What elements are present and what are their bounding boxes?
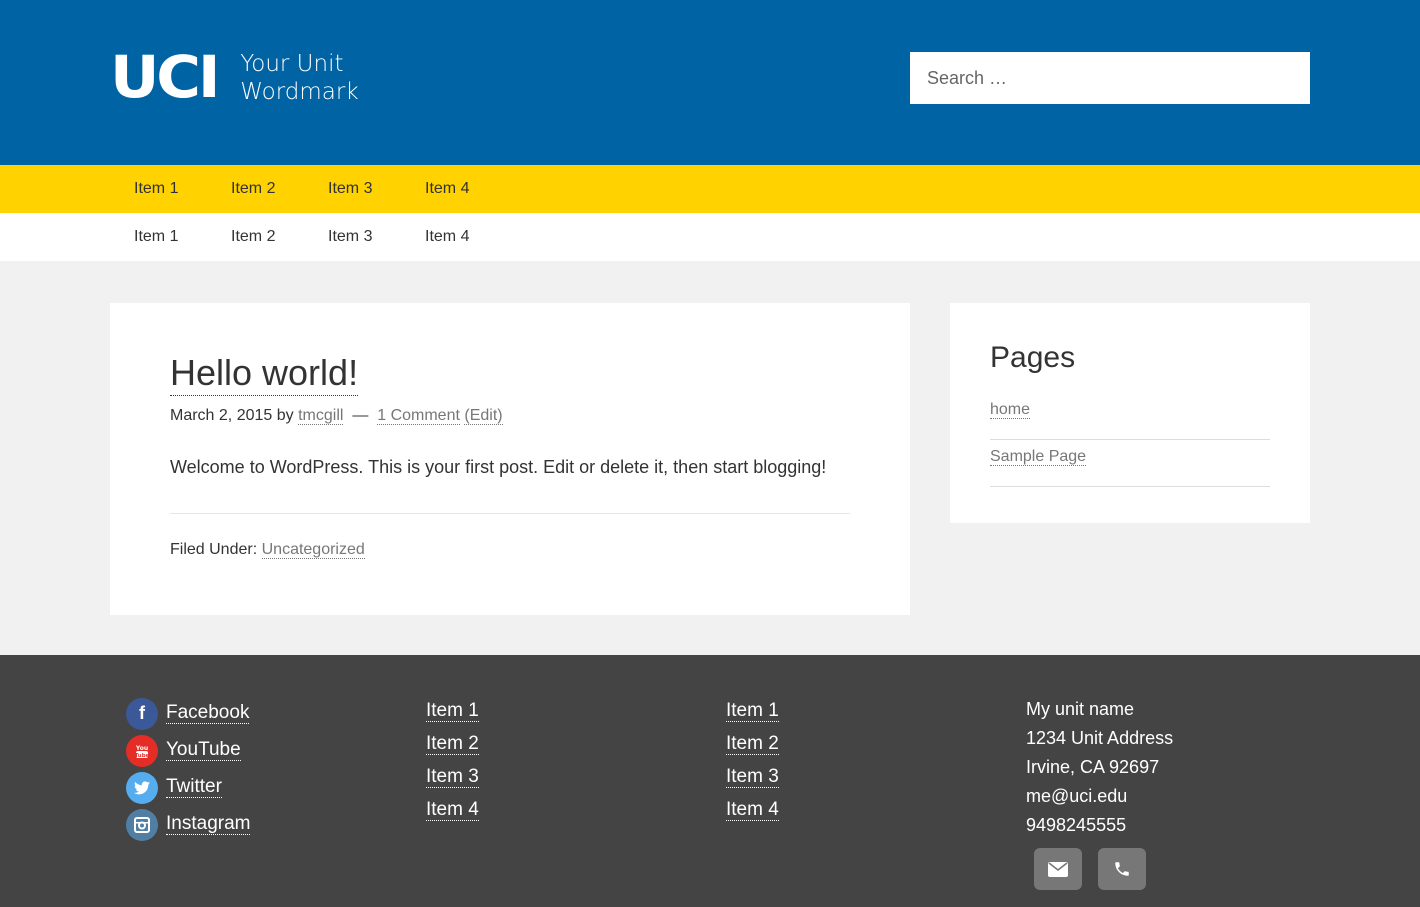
youtube-icon: You Tube [126, 734, 158, 767]
search-input[interactable] [910, 52, 1310, 104]
footer-menu-item: Item 2 [426, 728, 479, 761]
page-link-sample-page[interactable]: Sample Page [990, 448, 1087, 466]
primary-nav: Item 1 Item 2 Item 3 Item 4 [0, 165, 1420, 213]
secondary-nav-item-3[interactable]: Item 3 [304, 213, 401, 261]
widget-title: Pages [990, 341, 1076, 374]
social-label: Twitter [166, 776, 222, 798]
primary-nav-item-2[interactable]: Item 2 [207, 165, 304, 213]
secondary-nav-item-4[interactable]: Item 4 [401, 213, 498, 261]
unit-address: 1234 Unit Address [1026, 728, 1174, 748]
social-instagram[interactable]: Instagram [126, 806, 251, 843]
contact-info: My unit name 1234 Unit Address Irvine, C… [1026, 695, 1173, 840]
page-link-home[interactable]: home [990, 401, 1031, 419]
post-date: March 2, 2015 [170, 407, 273, 424]
footer-link[interactable]: Item 1 [726, 701, 779, 722]
footer-menu-item: Item 4 [426, 794, 479, 827]
wordmark-line-1: Your Unit [240, 51, 344, 77]
instagram-icon [126, 808, 158, 841]
footer-menu-2: Item 1 Item 2 Item 3 Item 4 [726, 695, 779, 827]
unit-wordmark: Your Unit Wordmark [240, 50, 358, 106]
edit-link[interactable]: (Edit) [464, 407, 503, 425]
footer-menu-item: Item 3 [726, 761, 779, 794]
page-link-item: home [990, 393, 1270, 440]
post-author-link[interactable]: tmcgill [298, 407, 344, 425]
phone-icon [1115, 862, 1129, 876]
footer-link[interactable]: Item 4 [726, 800, 779, 821]
footer-menu-1: Item 1 Item 2 Item 3 Item 4 [426, 695, 479, 827]
envelope-icon [1048, 861, 1068, 877]
post-footer: Filed Under: Uncategorized [170, 541, 365, 559]
footer-menu-item: Item 2 [726, 728, 779, 761]
post-content: Welcome to WordPress. This is your first… [170, 457, 827, 477]
social-twitter[interactable]: Twitter [126, 769, 250, 806]
category-link[interactable]: Uncategorized [261, 541, 365, 559]
social-links: f Facebook You Tube YouTube Twitter Insta… [126, 695, 251, 843]
unit-name: My unit name [1026, 699, 1135, 719]
social-label: Instagram [166, 813, 251, 835]
site-header: UCI Your Unit Wordmark [0, 0, 1420, 165]
secondary-nav: Item 1 Item 2 Item 3 Item 4 [0, 213, 1420, 261]
post-entry: Hello world! March 2, 2015 by tmcgill — … [110, 303, 910, 615]
footer-menu-item: Item 4 [726, 794, 779, 827]
post-meta: March 2, 2015 by tmcgill — 1 Comment (Ed… [170, 407, 503, 425]
secondary-nav-item-2[interactable]: Item 2 [207, 213, 304, 261]
pages-widget: Pages home Sample Page [950, 303, 1310, 523]
secondary-nav-item-1[interactable]: Item 1 [110, 213, 207, 261]
svg-text:Tube: Tube [135, 753, 150, 759]
post-divider [170, 513, 850, 514]
social-label: Facebook [166, 702, 250, 724]
filed-under-label: Filed Under: [170, 541, 258, 558]
footer-link[interactable]: Item 3 [426, 767, 479, 788]
footer-link[interactable]: Item 2 [726, 734, 779, 755]
footer-link[interactable]: Item 1 [426, 701, 479, 722]
phone-button[interactable] [1098, 848, 1146, 890]
primary-nav-item-3[interactable]: Item 3 [304, 165, 401, 213]
footer-menu-item: Item 3 [426, 761, 479, 794]
contact-buttons [1034, 848, 1146, 890]
unit-city: Irvine, CA 92697 [1026, 757, 1160, 777]
post-title[interactable]: Hello world! [170, 351, 359, 396]
post-by: by [276, 407, 294, 424]
footer-link[interactable]: Item 4 [426, 800, 479, 821]
social-facebook[interactable]: f Facebook [126, 695, 250, 732]
facebook-icon: f [126, 697, 158, 730]
social-youtube[interactable]: You Tube YouTube [126, 732, 250, 769]
footer-link[interactable]: Item 2 [426, 734, 479, 755]
footer-menu-item: Item 1 [726, 695, 779, 728]
footer-link[interactable]: Item 3 [726, 767, 779, 788]
logo-mark: UCI [110, 43, 221, 111]
svg-text:You: You [135, 745, 148, 752]
unit-phone: 9498245555 [1026, 815, 1127, 835]
wordmark-line-2: Wordmark [240, 79, 359, 105]
site-footer: f Facebook You Tube YouTube Twitter Insta… [0, 655, 1420, 907]
primary-nav-item-4[interactable]: Item 4 [401, 165, 498, 213]
meta-dash: — [352, 407, 369, 424]
comments-link[interactable]: 1 Comment [377, 407, 460, 425]
email-button[interactable] [1034, 848, 1082, 890]
unit-email: me@uci.edu [1026, 786, 1128, 806]
page-link-item: Sample Page [990, 440, 1270, 487]
primary-nav-item-1[interactable]: Item 1 [110, 165, 207, 213]
footer-menu-item: Item 1 [426, 695, 479, 728]
social-label: YouTube [166, 739, 241, 761]
twitter-icon [126, 771, 158, 804]
site-logo[interactable]: UCI Your Unit Wordmark [110, 43, 359, 111]
